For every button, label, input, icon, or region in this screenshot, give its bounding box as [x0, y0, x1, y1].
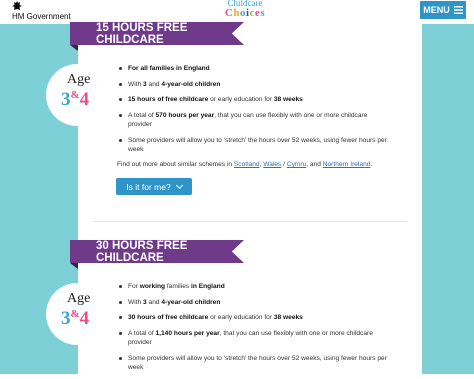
- feature-bullet: For working families in England: [117, 282, 387, 292]
- logo-letter: h: [233, 7, 240, 19]
- bullet-bold-text: in England: [191, 283, 225, 290]
- feature-bullet: 30 hours of free childcare or early educ…: [117, 313, 387, 323]
- is-it-for-me-label: Is it for me?: [126, 181, 171, 192]
- bullet-text: A total of: [128, 329, 156, 337]
- menu-button[interactable]: MENU: [420, 1, 466, 19]
- bullet-text: For: [128, 283, 140, 290]
- bullet-text: and: [146, 298, 162, 306]
- bullet-text: Some providers will allow you to ‘stretc…: [128, 136, 387, 154]
- find-out-more-text: Find out more about similar schemes in S…: [117, 161, 372, 168]
- feature-bullet: With 3 and 4-year-old children: [117, 298, 387, 308]
- age-to: 4: [79, 308, 90, 329]
- features-list-30: For working families in England With 3 an…: [117, 282, 387, 379]
- hamburger-icon: [453, 6, 463, 14]
- feature-bullet: For all families in England: [117, 64, 387, 74]
- royal-crest-icon: [12, 1, 22, 10]
- bullet-text: With: [128, 298, 144, 306]
- section-divider: [93, 221, 407, 222]
- bullet-bold-text: 4-year-old children: [161, 80, 221, 88]
- age-label: Age: [67, 72, 91, 87]
- bullet-text: or early education for: [208, 96, 274, 103]
- feature-bullet: 15 hours of free childcare or early educ…: [117, 95, 387, 105]
- bullet-bold-text: 570 hours per year: [155, 111, 215, 119]
- banner-fold: [70, 45, 78, 51]
- hm-government-label: HM Government: [12, 12, 71, 21]
- bullet-text: and: [146, 80, 162, 88]
- age-range-3-4: 3&4: [61, 89, 89, 111]
- age-from: 3: [61, 89, 71, 110]
- age-to: 4: [79, 89, 90, 110]
- find-out-prefix: Find out more about similar schemes in: [117, 161, 234, 168]
- bullet-bold-text: For all families in England: [128, 65, 210, 72]
- feature-bullet: With 3 and 4-year-old children: [117, 80, 387, 90]
- age-from: 3: [61, 308, 71, 329]
- banner-30-hours: 30 HOURS FREE CHILDCARE: [70, 240, 244, 263]
- find-out-suffix: .: [370, 161, 373, 168]
- northern-ireland-link[interactable]: Northern Ireland: [323, 161, 371, 168]
- bullet-text: families: [165, 283, 192, 290]
- bullet-bold-text: working: [139, 283, 166, 290]
- age-ampersand: &: [70, 308, 80, 320]
- is-it-for-me-button[interactable]: Is it for me?: [116, 178, 192, 195]
- bullet-bold-text: 38 weeks: [273, 314, 303, 321]
- age-ampersand: &: [70, 89, 80, 101]
- feature-bullet: Some providers will allow you to ‘stretc…: [117, 354, 387, 373]
- bullet-bold-text: 38 weeks: [273, 96, 303, 103]
- cymru-link[interactable]: Cymru: [287, 161, 306, 168]
- banner-30-hours-title: 30 HOURS FREE CHILDCARE: [96, 239, 188, 264]
- site-header: HM Government Childcare Choices MENU: [0, 0, 474, 24]
- bullet-text: or early education for: [208, 314, 274, 321]
- wales-link[interactable]: Wales: [263, 161, 281, 168]
- banner-fold: [70, 263, 78, 269]
- bullet-bold-text: 4-year-old children: [161, 298, 221, 306]
- logo-line-2: Choices: [222, 7, 268, 19]
- childcare-choices-logo[interactable]: Childcare Choices: [222, 0, 268, 19]
- age-range-3-4: 3&4: [61, 308, 89, 330]
- chevron-down-icon: [175, 181, 183, 189]
- logo-letter: s: [260, 7, 266, 19]
- bullet-bold-text: 1,140 hours per year: [155, 329, 220, 337]
- features-list-15: For all families in England With 3 and 4-…: [117, 64, 387, 161]
- feature-bullet: Some providers will allow you to ‘stretc…: [117, 136, 387, 155]
- banner-15-hours-title: 15 HOURS FREE CHILDCARE: [96, 21, 188, 46]
- menu-button-label: MENU: [423, 5, 450, 15]
- bullet-bold-text: 30 hours of free childcare: [128, 314, 209, 321]
- feature-bullet: A total of 1,140 hours per year, that yo…: [117, 329, 387, 348]
- right-background-panel: [422, 24, 474, 374]
- bullet-bold-text: 15 hours of free childcare: [128, 96, 209, 103]
- age-label: Age: [67, 291, 91, 306]
- find-out-sep: , and: [306, 161, 323, 168]
- scotland-link[interactable]: Scotland: [234, 161, 260, 168]
- banner-15-hours: 15 HOURS FREE CHILDCARE: [70, 22, 244, 45]
- bullet-text: Some providers will allow you to ‘stretc…: [128, 354, 387, 372]
- feature-bullet: A total of 570 hours per year, that you …: [117, 111, 387, 130]
- bullet-text: A total of: [128, 111, 156, 119]
- bullet-text: With: [128, 80, 144, 88]
